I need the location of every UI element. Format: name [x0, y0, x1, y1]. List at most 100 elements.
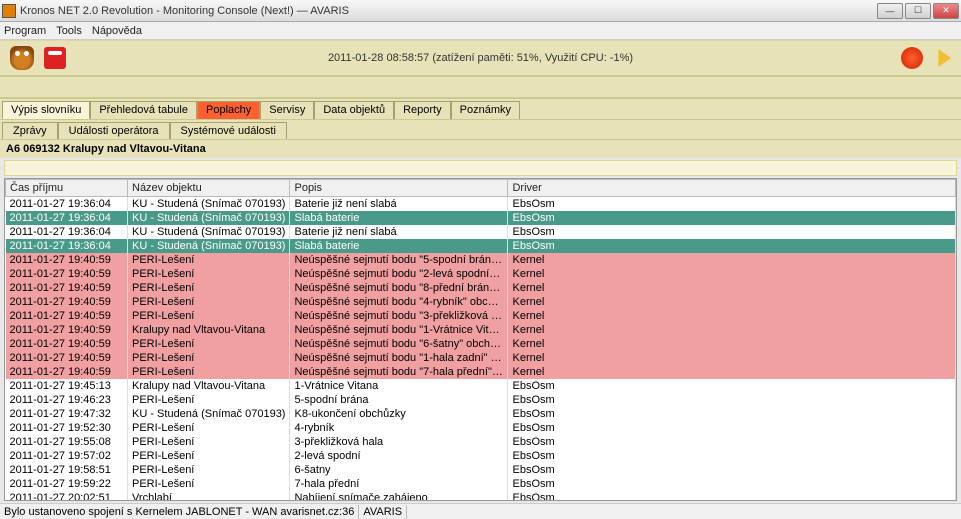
cell: PERI-Lešení: [128, 253, 290, 267]
tab-reports[interactable]: Reporty: [394, 101, 451, 119]
cell: KU - Studená (Snímač 070193): [128, 211, 290, 225]
cell: PERI-Lešení: [128, 309, 290, 323]
cell: 2-levá spodní: [290, 449, 508, 463]
cell: 2011-01-27 19:36:04: [6, 197, 128, 212]
cell: 2011-01-27 19:40:59: [6, 351, 128, 365]
cell: EbsOsm: [508, 239, 956, 253]
table-row[interactable]: 2011-01-27 19:36:04KU - Studená (Snímač …: [6, 239, 956, 253]
table-row[interactable]: 2011-01-27 19:40:59PERI-LešeníNeúspěšné …: [6, 281, 956, 295]
col-time[interactable]: Čas příjmu: [6, 180, 128, 197]
subtab-messages[interactable]: Zprávy: [2, 122, 58, 139]
col-object[interactable]: Název objektu: [128, 180, 290, 197]
table-row[interactable]: 2011-01-27 19:40:59PERI-LešeníNeúspěšné …: [6, 337, 956, 351]
col-desc[interactable]: Popis: [290, 180, 508, 197]
cell: EbsOsm: [508, 491, 956, 500]
table-row[interactable]: 2011-01-27 19:59:22PERI-Lešení7-hala pře…: [6, 477, 956, 491]
cell: KU - Studená (Snímač 070193): [128, 225, 290, 239]
tab-services[interactable]: Servisy: [260, 101, 314, 119]
cell: EbsOsm: [508, 477, 956, 491]
subtab-system-events[interactable]: Systémové události: [170, 122, 287, 139]
cell: EbsOsm: [508, 225, 956, 239]
table-row[interactable]: 2011-01-27 19:40:59PERI-LešeníNeúspěšné …: [6, 309, 956, 323]
menu-help[interactable]: Nápověda: [92, 25, 142, 37]
col-driver[interactable]: Driver: [508, 180, 956, 197]
tab-notes[interactable]: Poznámky: [451, 101, 520, 119]
cell: EbsOsm: [508, 421, 956, 435]
cell: Neúspěšné sejmutí bodu "5-spodní brána" …: [290, 253, 508, 267]
table-row[interactable]: 2011-01-27 19:40:59Kralupy nad Vltavou-V…: [6, 323, 956, 337]
minimize-button[interactable]: —: [877, 3, 903, 19]
event-grid[interactable]: Čas příjmu Název objektu Popis Driver 20…: [5, 179, 956, 500]
table-row[interactable]: 2011-01-27 19:55:08PERI-Lešení3-překližk…: [6, 435, 956, 449]
cell: Kralupy nad Vltavou-Vitana: [128, 323, 290, 337]
cell: Kernel: [508, 267, 956, 281]
cell: EbsOsm: [508, 449, 956, 463]
status-line: 2011-01-28 08:58:57 (zatížení paměti: 51…: [0, 52, 961, 64]
sound-icon[interactable]: [933, 49, 951, 67]
cell: Kernel: [508, 365, 956, 379]
table-row[interactable]: 2011-01-27 19:40:59PERI-LešeníNeúspěšné …: [6, 267, 956, 281]
table-row[interactable]: 2011-01-27 19:57:02PERI-Lešení2-levá spo…: [6, 449, 956, 463]
cell: 2011-01-27 19:46:23: [6, 393, 128, 407]
cell: K8-ukončení obchůzky: [290, 407, 508, 421]
cell: Neúspěšné sejmutí bodu "7-hala přední" o…: [290, 365, 508, 379]
table-row[interactable]: 2011-01-27 19:45:13Kralupy nad Vltavou-V…: [6, 379, 956, 393]
table-row[interactable]: 2011-01-27 20:02:51VrchlabíNabíjení sním…: [6, 491, 956, 500]
table-row[interactable]: 2011-01-27 19:40:59PERI-LešeníNeúspěšné …: [6, 295, 956, 309]
cell: Vrchlabí: [128, 491, 290, 500]
cell: EbsOsm: [508, 379, 956, 393]
cell: 1-Vrátnice Vitana: [290, 379, 508, 393]
phone-icon[interactable]: [44, 47, 66, 69]
tab-object-data[interactable]: Data objektů: [314, 101, 394, 119]
cell: PERI-Lešení: [128, 477, 290, 491]
cell: 2011-01-27 19:55:08: [6, 435, 128, 449]
cell: 2011-01-27 19:40:59: [6, 309, 128, 323]
cell: Neúspěšné sejmutí bodu "6-šatny" obchůzk…: [290, 337, 508, 351]
notify-icon[interactable]: [901, 47, 923, 69]
cell: 2011-01-27 19:57:02: [6, 449, 128, 463]
tab-alarms[interactable]: Poplachy: [197, 101, 260, 119]
table-row[interactable]: 2011-01-27 19:58:51PERI-Lešení6-šatnyEbs…: [6, 463, 956, 477]
cell: 6-šatny: [290, 463, 508, 477]
cell: 2011-01-27 19:40:59: [6, 337, 128, 351]
location-label: A6 069132 Kralupy nad Vltavou-Vitana: [0, 139, 961, 158]
toolstrip: 2011-01-28 08:58:57 (zatížení paměti: 51…: [0, 40, 961, 76]
table-row[interactable]: 2011-01-27 19:52:30PERI-Lešení4-rybníkEb…: [6, 421, 956, 435]
table-row[interactable]: 2011-01-27 19:40:59PERI-LešeníNeúspěšné …: [6, 253, 956, 267]
table-row[interactable]: 2011-01-27 19:47:32KU - Studená (Snímač …: [6, 407, 956, 421]
table-row[interactable]: 2011-01-27 19:40:59PERI-LešeníNeúspěšné …: [6, 365, 956, 379]
close-button[interactable]: ✕: [933, 3, 959, 19]
table-row[interactable]: 2011-01-27 19:36:04KU - Studená (Snímač …: [6, 197, 956, 212]
cell: 7-hala přední: [290, 477, 508, 491]
tab-dictionary[interactable]: Výpis slovníku: [2, 101, 90, 119]
cell: Kralupy nad Vltavou-Vitana: [128, 379, 290, 393]
status-connection: Bylo ustanoveno spojení s Kernelem JABLO…: [0, 505, 359, 519]
cell: KU - Studená (Snímač 070193): [128, 407, 290, 421]
window-title: Kronos NET 2.0 Revolution - Monitoring C…: [20, 5, 877, 17]
table-row[interactable]: 2011-01-27 19:40:59PERI-LešeníNeúspěšné …: [6, 351, 956, 365]
cell: PERI-Lešení: [128, 295, 290, 309]
cell: 2011-01-27 19:40:59: [6, 281, 128, 295]
menu-program[interactable]: Program: [4, 25, 46, 37]
table-row[interactable]: 2011-01-27 19:36:04KU - Studená (Snímač …: [6, 211, 956, 225]
owl-icon[interactable]: [10, 46, 34, 70]
tab-overview[interactable]: Přehledová tabule: [90, 101, 197, 119]
cell: Baterie již není slabá: [290, 197, 508, 212]
cell: PERI-Lešení: [128, 449, 290, 463]
cell: PERI-Lešení: [128, 463, 290, 477]
maximize-button[interactable]: ☐: [905, 3, 931, 19]
table-row[interactable]: 2011-01-27 19:46:23PERI-Lešení5-spodní b…: [6, 393, 956, 407]
main-tabbar: Výpis slovníku Přehledová tabule Poplach…: [0, 98, 961, 119]
menu-tools[interactable]: Tools: [56, 25, 82, 37]
table-row[interactable]: 2011-01-27 19:36:04KU - Studená (Snímač …: [6, 225, 956, 239]
cell: Slabá baterie: [290, 211, 508, 225]
cell: Nabíjení snímače zahájeno: [290, 491, 508, 500]
cell: Kernel: [508, 337, 956, 351]
app-icon: [2, 4, 16, 18]
cell: 2011-01-27 19:40:59: [6, 365, 128, 379]
cell: EbsOsm: [508, 435, 956, 449]
cell: 2011-01-27 19:47:32: [6, 407, 128, 421]
cell: PERI-Lešení: [128, 421, 290, 435]
cell: 2011-01-27 19:36:04: [6, 225, 128, 239]
subtab-operator-events[interactable]: Události operátora: [58, 122, 170, 139]
